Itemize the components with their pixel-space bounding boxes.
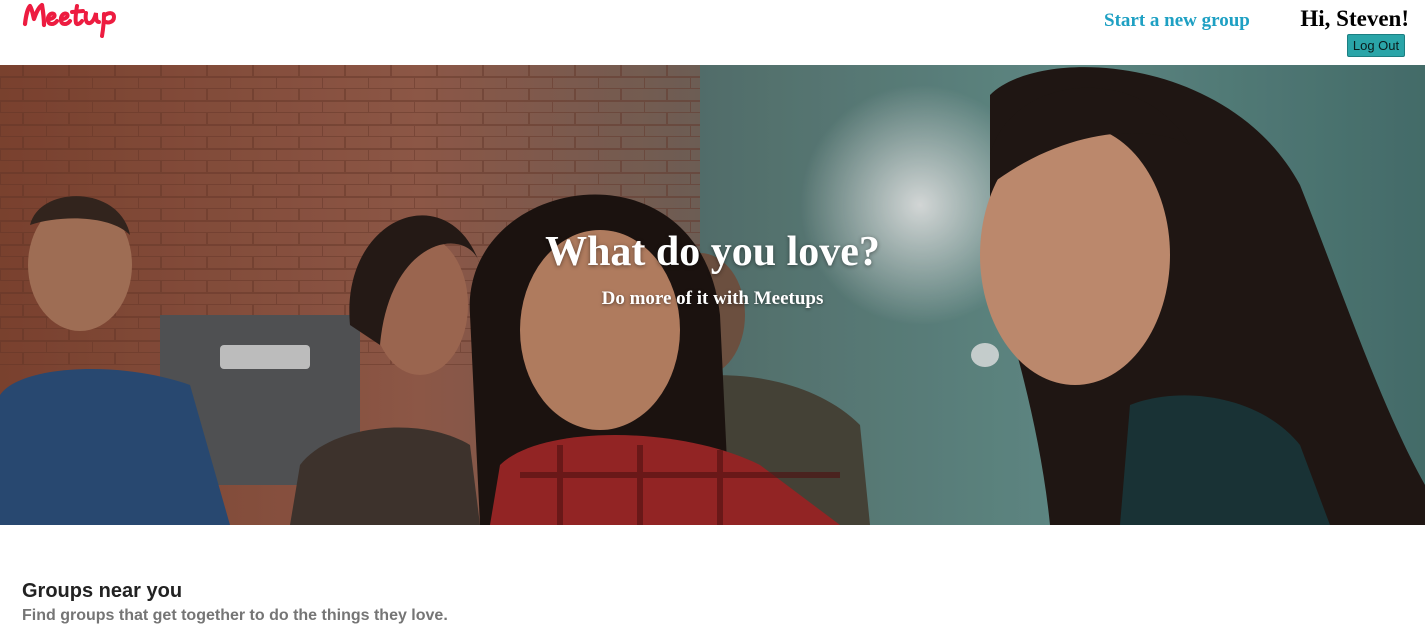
groups-near-you-section: Groups near you Find groups that get tog…	[22, 578, 448, 627]
meetup-logo-wordmark	[22, 2, 117, 38]
start-new-group-link[interactable]: Start a new group	[1104, 10, 1250, 32]
meetup-logo[interactable]	[22, 0, 126, 42]
hero-title: What do you love?	[545, 229, 880, 275]
user-greeting: Hi, Steven!	[1300, 6, 1409, 31]
logout-button[interactable]: Log Out	[1347, 34, 1405, 57]
top-nav: Start a new group Hi, Steven! Log Out	[0, 0, 1425, 65]
section-title: Groups near you	[22, 580, 183, 602]
section-subtitle: Find groups that get together to do the …	[22, 607, 448, 624]
hero-banner: What do you love? Do more of it with Mee…	[0, 65, 1425, 525]
hero-subtitle: Do more of it with Meetups	[601, 288, 824, 309]
